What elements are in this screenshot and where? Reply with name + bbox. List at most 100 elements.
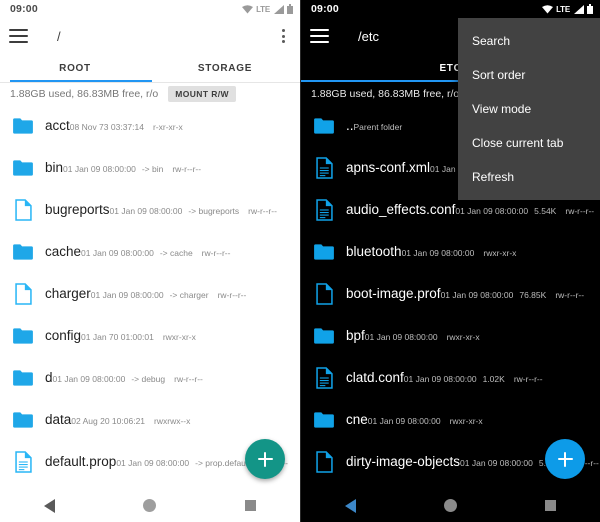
file-list-item[interactable]: bin01 Jan 09 08:00:00 -> bin rw-r--r-- (0, 147, 300, 189)
file-info: clatd.conf01 Jan 09 08:00:00 1.02K rw-r--r… (346, 369, 590, 387)
file-list-item[interactable]: bpf01 Jan 09 08:00:00 rwxr-xr-x (301, 315, 600, 357)
file-permissions: rw-r--r-- (201, 248, 231, 258)
nav-back-icon[interactable] (44, 498, 56, 513)
folder-icon (311, 321, 337, 351)
overflow-menu-icon[interactable] (275, 27, 291, 45)
status-bar-clock: 09:00 (311, 3, 339, 15)
file-icon (10, 279, 36, 309)
folder-icon (10, 363, 36, 393)
plus-icon (557, 451, 573, 467)
signal-icon (573, 4, 584, 14)
file-info: config01 Jan 70 01:00:01 rwxr-xr-x (45, 327, 290, 345)
folder-icon (13, 370, 33, 386)
file-date: 02 Aug 20 10:06:21 (71, 416, 146, 426)
file-info: bugreports01 Jan 09 08:00:00 -> bugreport… (45, 201, 290, 219)
file-permissions: rw-r--r-- (217, 290, 247, 300)
menu-item-refresh[interactable]: Refresh (458, 160, 600, 194)
file-date: 01 Jan 09 08:00:00 (401, 248, 475, 258)
file-date: 01 Jan 09 08:00:00 (460, 458, 533, 468)
file-date: Parent folder (353, 122, 403, 132)
text-file-icon (10, 447, 36, 477)
text-file-icon (315, 199, 333, 221)
file-list-item[interactable]: boot-image.prof01 Jan 09 08:00:00 76.85K r… (301, 273, 600, 315)
file-list-item[interactable]: d01 Jan 09 08:00:00 -> debug rw-r--r-- (0, 357, 300, 399)
nav-home-icon[interactable] (444, 499, 457, 512)
file-meta: Parent folder (354, 122, 403, 132)
menu-item-search[interactable]: Search (458, 24, 600, 58)
nav-recents-icon[interactable] (545, 500, 556, 511)
file-date: 08 Nov 73 03:37:14 (69, 122, 144, 132)
tab-indicator (10, 79, 152, 82)
file-name: boot-image.prof (346, 286, 441, 301)
folder-icon (10, 153, 36, 183)
tab-root[interactable]: ROOT (0, 54, 150, 82)
file-info: bin01 Jan 09 08:00:00 -> bin rw-r--r-- (45, 159, 290, 177)
file-icon (14, 199, 32, 221)
file-list-item[interactable]: data02 Aug 20 10:06:21 rwxrwx--x (0, 399, 300, 441)
file-extra: 76.85K (519, 290, 547, 300)
file-permissions: rw-r--r-- (248, 206, 277, 216)
battery-icon (587, 4, 593, 14)
file-date: 01 Jan 09 08:00:00 (455, 206, 529, 216)
file-list-item[interactable]: charger01 Jan 09 08:00:00 -> charger rw-r-… (0, 273, 300, 315)
file-info: d01 Jan 09 08:00:00 -> debug rw-r--r-- (45, 369, 290, 387)
status-bar-icons: LTE (542, 4, 593, 14)
file-list-item[interactable]: bluetooth01 Jan 09 08:00:00 rwxr-xr-x (301, 231, 600, 273)
network-type-label: LTE (556, 4, 570, 14)
file-icon (311, 279, 337, 309)
file-date: 01 Jan 09 08:00:00 (109, 206, 183, 216)
tab-storage[interactable]: STORAGE (150, 54, 300, 82)
status-bar-clock: 09:00 (10, 3, 38, 15)
file-icon (315, 451, 333, 473)
nav-home-icon[interactable] (143, 499, 157, 512)
file-name: cache (45, 244, 82, 259)
menu-icon[interactable] (9, 29, 28, 43)
file-permissions: rwxr-xr-x (483, 248, 517, 258)
file-extra: 1.02K (482, 374, 505, 384)
folder-icon (314, 244, 334, 260)
file-list-item[interactable]: cache01 Jan 09 08:00:00 -> cache rw-r--r-- (0, 231, 300, 273)
file-extra: 5.54K (534, 206, 557, 216)
nav-recents-icon[interactable] (244, 500, 256, 511)
menu-icon[interactable] (310, 29, 329, 43)
add-fab-button[interactable] (545, 439, 585, 479)
menu-item-close-current-tab[interactable]: Close current tab (458, 126, 600, 160)
add-fab-button[interactable] (245, 439, 285, 479)
file-meta: 02 Aug 20 10:06:21 rwxrwx--x (71, 416, 190, 426)
file-meta: 01 Jan 09 08:00:00 -> bugreports rw-r--r-- (110, 206, 277, 216)
file-meta: 01 Jan 09 08:00:00 76.85K rw-r--r-- (441, 290, 585, 300)
text-file-icon (311, 153, 337, 183)
file-name: bugreports (45, 202, 110, 217)
file-permissions: rwxr-xr-x (449, 416, 483, 426)
menu-item-sort-order[interactable]: Sort order (458, 58, 600, 92)
plus-icon (257, 451, 273, 467)
wifi-icon (242, 4, 254, 14)
folder-icon (314, 118, 334, 134)
dual-screenshot-container: 09:00 LTE / ROOT STORAGE 1.88GB used, 86… (0, 0, 600, 522)
android-nav-bar-right (301, 489, 600, 522)
file-icon (14, 283, 32, 305)
file-list-item[interactable]: cne01 Jan 09 08:00:00 rwxr-xr-x (301, 399, 600, 441)
file-list-item[interactable]: config01 Jan 70 01:00:01 rwxr-xr-x (0, 315, 300, 357)
file-date: 01 Jan 09 08:00:00 (403, 374, 477, 384)
file-permissions: rw-r--r-- (555, 290, 585, 300)
file-date: 01 Jan 09 08:00:00 (116, 458, 190, 468)
menu-item-view-mode[interactable]: View mode (458, 92, 600, 126)
nav-back-icon[interactable] (345, 498, 356, 513)
file-permissions: rwxrwx--x (154, 416, 191, 426)
file-extra: -> charger (169, 290, 209, 300)
network-type-label: LTE (256, 4, 270, 14)
file-list-item[interactable]: bugreports01 Jan 09 08:00:00 -> bugreport… (0, 189, 300, 231)
folder-icon (13, 160, 33, 176)
folder-icon (10, 237, 36, 267)
file-meta: 01 Jan 70 01:00:01 rwxr-xr-x (81, 332, 196, 342)
overflow-dropdown-menu[interactable]: Search Sort order View mode Close current t… (458, 18, 600, 200)
file-name: d (45, 370, 53, 385)
mount-rw-button[interactable]: MOUNT R/W (168, 86, 236, 102)
file-list-item[interactable]: acct08 Nov 73 03:37:14 r-xr-xr-x (0, 105, 300, 147)
text-file-icon (311, 195, 337, 225)
storage-info-text: 1.88GB used, 86.83MB free, r/o (311, 88, 460, 100)
file-icon (10, 195, 36, 225)
file-list-item[interactable]: clatd.conf01 Jan 09 08:00:00 1.02K rw-r--r… (301, 357, 600, 399)
file-icon (315, 283, 333, 305)
